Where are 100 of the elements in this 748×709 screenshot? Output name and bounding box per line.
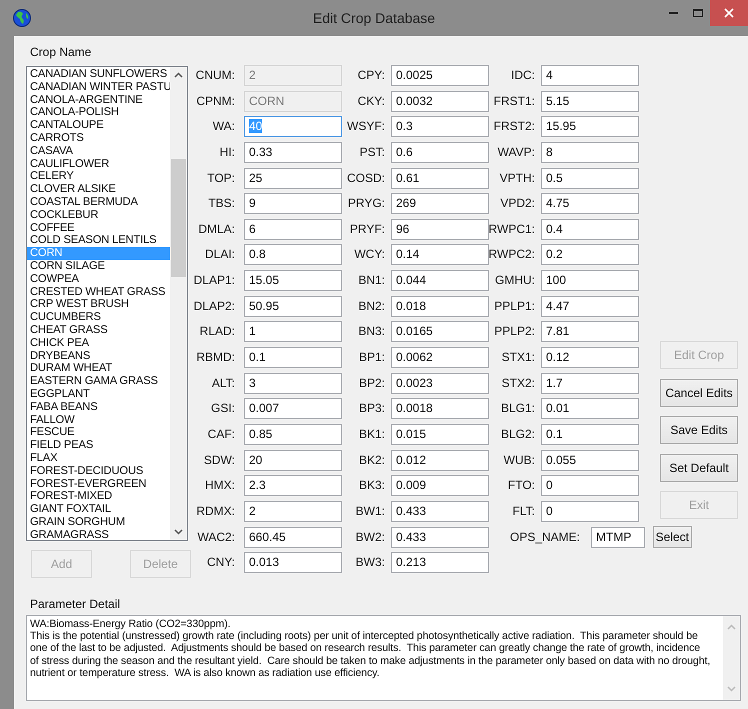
list-item[interactable]: DURAM WHEAT [27, 362, 170, 376]
chevron-down-icon[interactable] [174, 529, 183, 535]
input-field[interactable]: 269 [391, 193, 489, 214]
list-box[interactable] [26, 66, 188, 541]
input-field[interactable]: 15.05 [244, 270, 342, 292]
input-field[interactable]: 0.1 [244, 347, 342, 368]
list-item[interactable]: CLOVER ALSIKE [27, 183, 170, 196]
input-field[interactable]: 0.6 [391, 142, 489, 163]
input-field[interactable]: 3 [244, 372, 342, 394]
set-default-button[interactable]: Set Default [660, 454, 738, 482]
input-field[interactable]: 0.2 [541, 244, 639, 266]
input-field[interactable]: 0.044 [391, 270, 489, 292]
list-item[interactable]: CANADIAN SUNFLOWERS [27, 68, 170, 81]
input-field[interactable]: 5.15 [541, 90, 639, 112]
input-field[interactable]: 0 [541, 500, 639, 522]
save-edits-button[interactable]: Save Edits [660, 416, 738, 444]
list-item[interactable]: COASTAL BERMUDA [27, 196, 170, 209]
list-item[interactable]: CHICK PEA [27, 336, 170, 350]
input-field[interactable]: 0.4 [541, 218, 639, 240]
input-field[interactable]: 2.3 [244, 475, 342, 496]
input-field[interactable]: 0.61 [391, 168, 489, 189]
list-item[interactable]: FOREST-MIXED [27, 490, 170, 504]
scroll-thumb[interactable] [171, 159, 186, 277]
select-button[interactable]: Select [652, 526, 692, 548]
chevron-up-icon[interactable] [174, 72, 183, 78]
cancel-edits-button[interactable]: Cancel Edits [660, 378, 738, 406]
list-item[interactable]: FOREST-EVERGREEN [27, 478, 170, 490]
list-item[interactable]: COLD SEASON LENTILS [27, 234, 170, 248]
input-field[interactable]: 25 [244, 168, 342, 189]
list-item[interactable]: FLAX [27, 452, 170, 465]
input-field[interactable]: 0.5 [541, 168, 639, 189]
list-item[interactable]: CRESTED WHEAT GRASS [27, 286, 170, 298]
list-item[interactable]: FALLOW [27, 414, 170, 426]
input-field[interactable]: 0.015 [391, 424, 489, 445]
input-field[interactable]: 15.95 [541, 116, 639, 138]
input-field[interactable]: 0.14 [391, 244, 489, 266]
input-field[interactable]: 9 [244, 193, 342, 214]
input-field[interactable]: 0.012 [391, 450, 489, 471]
list-item[interactable]: CORN SILAGE [27, 260, 170, 273]
input-field[interactable]: 0.3 [391, 116, 489, 138]
list-item[interactable]: EASTERN GAMA GRASS [27, 375, 170, 388]
input-field[interactable]: 0.433 [391, 526, 489, 548]
list-item[interactable]: COWPEA [27, 272, 170, 286]
input-field[interactable]: 0.018 [391, 296, 489, 317]
list-item[interactable]: CANOLA-ARGENTINE [27, 94, 170, 106]
input-field[interactable]: 2 [244, 500, 342, 522]
list-item[interactable]: GRAIN SORGHUM [27, 516, 170, 529]
input-field[interactable]: 4 [541, 65, 639, 86]
input-field[interactable]: 0.013 [244, 552, 342, 574]
input-field[interactable]: 1 [244, 321, 342, 342]
list-item[interactable]: COCKLEBUR [27, 208, 170, 222]
input-field[interactable]: 0.0032 [391, 90, 489, 112]
input-field[interactable]: 0.0018 [391, 398, 489, 420]
input-field[interactable]: 0.0165 [391, 321, 489, 342]
input-field[interactable]: 0.007 [244, 398, 342, 420]
list-item[interactable]: FABA BEANS [27, 400, 170, 414]
input-field[interactable]: 0.0062 [391, 347, 489, 368]
list-item[interactable]: CARROTS [27, 132, 170, 145]
list-item[interactable]: COFFEE [27, 222, 170, 234]
input-field[interactable]: 660.45 [244, 526, 342, 548]
input-field[interactable]: 0.85 [244, 424, 342, 445]
input-field[interactable]: 0 [541, 475, 639, 496]
input-field[interactable]: 96 [391, 218, 489, 240]
input-field[interactable]: 0.213 [391, 552, 489, 574]
input-field[interactable]: MTMP [591, 526, 645, 548]
list-item[interactable]: CANTALOUPE [27, 119, 170, 132]
input-field[interactable]: 0.433 [391, 500, 489, 522]
input-field[interactable]: 0.01 [541, 398, 639, 420]
list-item[interactable]: CRP WEST BRUSH [27, 298, 170, 312]
list-item[interactable]: CELERY [27, 170, 170, 184]
input-field[interactable]: 0.0023 [391, 372, 489, 394]
list-item[interactable]: DRYBEANS [27, 350, 170, 362]
input-field[interactable]: 7.81 [541, 321, 639, 342]
input-field[interactable]: 4.47 [541, 296, 639, 317]
list-item[interactable]: EGGPLANT [27, 388, 170, 401]
list-item[interactable]: FIELD PEAS [27, 439, 170, 452]
input-field[interactable]: 0.009 [391, 475, 489, 496]
input-field[interactable]: 0.12 [541, 347, 639, 368]
input-field[interactable]: 1.7 [541, 372, 639, 394]
input-field[interactable]: 8 [541, 142, 639, 163]
input-field[interactable]: 4.75 [541, 193, 639, 214]
list-item[interactable]: CAULIFLOWER [27, 158, 170, 170]
input-field[interactable]: 100 [541, 270, 639, 292]
list-item[interactable]: FOREST-DECIDUOUS [27, 464, 170, 478]
input-field[interactable]: 20 [244, 450, 342, 471]
close-button[interactable] [710, 0, 748, 26]
input-field[interactable]: 0.055 [541, 450, 639, 471]
input-field[interactable]: 0.1 [541, 424, 639, 445]
list-item[interactable]: CASAVA [27, 144, 170, 158]
list-item[interactable]: GRAMAGRASS [27, 528, 170, 540]
input-field[interactable]: 0.0025 [391, 65, 489, 86]
input-field[interactable]: 0.8 [244, 244, 342, 266]
input-field[interactable]: 6 [244, 218, 342, 240]
input-field[interactable]: 50.95 [244, 296, 342, 317]
list-item[interactable]: CANOLA-POLISH [27, 106, 170, 120]
list-item[interactable]: FESCUE [27, 426, 170, 440]
list-item[interactable]: CUCUMBERS [27, 311, 170, 324]
list-item[interactable]: GIANT FOXTAIL [27, 503, 170, 516]
input-field[interactable]: 0.33 [244, 142, 342, 163]
list-item[interactable]: CHEAT GRASS [27, 324, 170, 337]
